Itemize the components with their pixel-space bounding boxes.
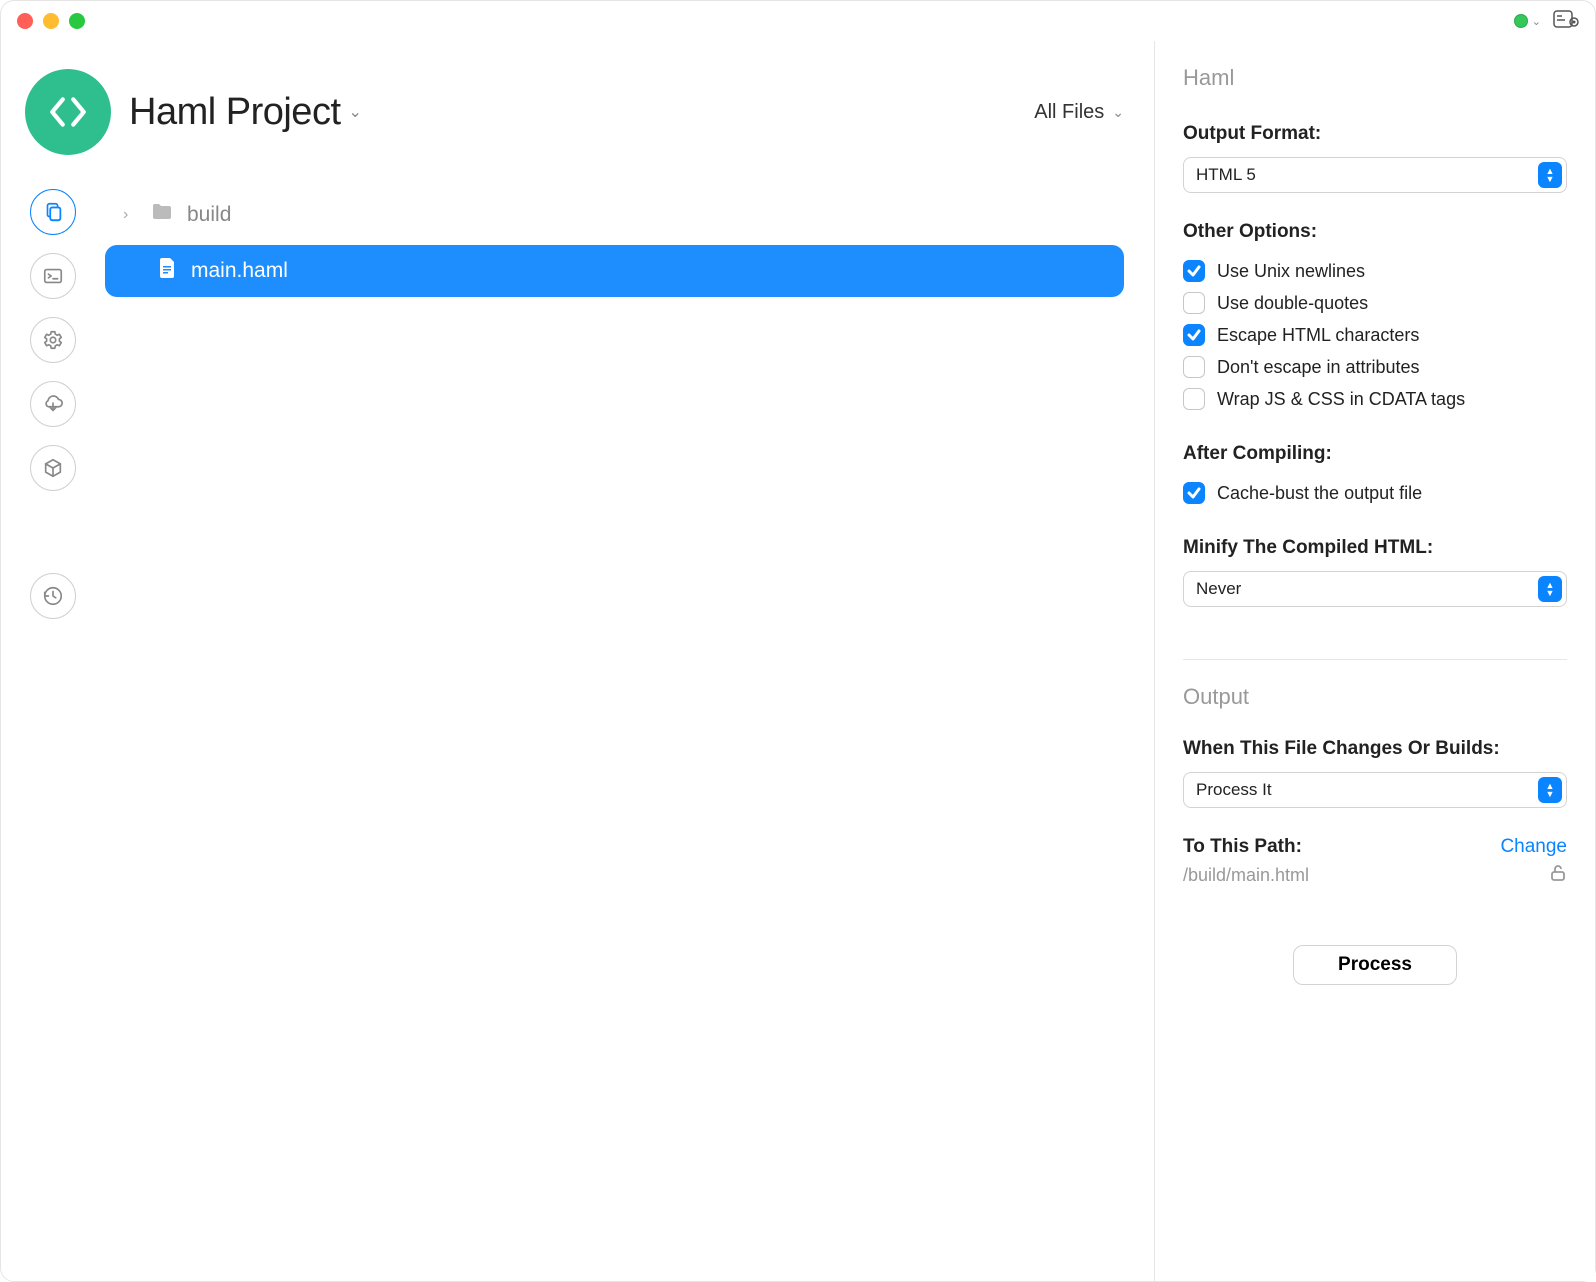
close-window-button[interactable] [17, 13, 33, 29]
minify-select[interactable]: Never ▲▼ [1183, 571, 1567, 607]
checkbox-label: Escape HTML characters [1217, 325, 1419, 346]
divider [1183, 659, 1567, 660]
zoom-window-button[interactable] [69, 13, 85, 29]
minimize-window-button[interactable] [43, 13, 59, 29]
checkbox-label: Use double-quotes [1217, 293, 1368, 314]
checkbox-cache-bust[interactable]: Cache-bust the output file [1183, 477, 1567, 509]
file-icon [159, 257, 177, 285]
change-path-link[interactable]: Change [1500, 836, 1567, 858]
output-format-value: HTML 5 [1196, 165, 1256, 185]
sidebar-icon-rail [1, 179, 105, 1281]
checkbox-label: Cache-bust the output file [1217, 483, 1422, 504]
project-title-dropdown[interactable]: Haml Project ⌄ [129, 91, 362, 134]
checkbox-label: Wrap JS & CSS in CDATA tags [1217, 389, 1465, 410]
when-changes-label: When This File Changes Or Builds: [1183, 738, 1567, 760]
folder-name: build [187, 203, 231, 227]
to-path-label: To This Path: [1183, 836, 1302, 858]
disclosure-icon: › [123, 206, 137, 224]
status-dot-icon [1514, 14, 1528, 28]
when-changes-value: Process It [1196, 780, 1272, 800]
checkbox-icon [1183, 292, 1205, 314]
output-heading: Output [1183, 684, 1567, 710]
sidebar-package-button[interactable] [30, 445, 76, 491]
checkbox-unix-newlines[interactable]: Use Unix newlines [1183, 255, 1567, 287]
checkbox-escape-html[interactable]: Escape HTML characters [1183, 319, 1567, 351]
output-format-label: Output Format: [1183, 123, 1567, 145]
checkbox-double-quotes[interactable]: Use double-quotes [1183, 287, 1567, 319]
sidebar-cloud-button[interactable] [30, 381, 76, 427]
file-list: › build main.haml [105, 179, 1154, 1281]
select-stepper-icon: ▲▼ [1538, 576, 1562, 602]
chevron-down-icon: ⌄ [1112, 104, 1124, 121]
checkbox-label: Don't escape in attributes [1217, 357, 1420, 378]
when-changes-select[interactable]: Process It ▲▼ [1183, 772, 1567, 808]
chevron-down-icon: ⌄ [349, 102, 362, 122]
output-format-select[interactable]: HTML 5 ▲▼ [1183, 157, 1567, 193]
project-logo-icon [25, 69, 111, 155]
checkbox-icon [1183, 356, 1205, 378]
process-button[interactable]: Process [1293, 945, 1457, 985]
sidebar-history-button[interactable] [30, 573, 76, 619]
server-status-dropdown[interactable]: ⌄ [1514, 14, 1541, 28]
folder-icon [151, 203, 173, 227]
panel-heading: Haml [1183, 65, 1567, 91]
checkbox-icon [1183, 260, 1205, 282]
sidebar-settings-button[interactable] [30, 317, 76, 363]
chevron-down-icon: ⌄ [1532, 15, 1541, 28]
other-options-label: Other Options: [1183, 221, 1567, 243]
sidebar-files-button[interactable] [30, 189, 76, 235]
file-name: main.haml [191, 259, 288, 283]
checkbox-icon [1183, 388, 1205, 410]
checkbox-no-escape-attrs[interactable]: Don't escape in attributes [1183, 351, 1567, 383]
traffic-lights [17, 13, 85, 29]
sidebar-terminal-button[interactable] [30, 253, 76, 299]
project-header: Haml Project ⌄ All Files ⌄ [1, 41, 1154, 179]
project-title: Haml Project [129, 91, 341, 134]
select-stepper-icon: ▲▼ [1538, 162, 1562, 188]
inspector-panel: Haml Output Format: HTML 5 ▲▼ Other Opti… [1155, 41, 1595, 1281]
folder-row-build[interactable]: › build [105, 189, 1124, 241]
all-files-label: All Files [1034, 101, 1104, 124]
checkbox-wrap-cdata[interactable]: Wrap JS & CSS in CDATA tags [1183, 383, 1567, 415]
unlock-icon[interactable] [1549, 864, 1567, 887]
output-path: /build/main.html [1183, 865, 1309, 886]
checkbox-icon [1183, 324, 1205, 346]
after-compiling-label: After Compiling: [1183, 443, 1567, 465]
all-files-filter[interactable]: All Files ⌄ [1034, 101, 1124, 124]
file-row-main-haml[interactable]: main.haml [105, 245, 1124, 297]
checkbox-label: Use Unix newlines [1217, 261, 1365, 282]
minify-label: Minify The Compiled HTML: [1183, 537, 1567, 559]
minify-value: Never [1196, 579, 1241, 599]
window-titlebar: ⌄ [1, 1, 1595, 41]
select-stepper-icon: ▲▼ [1538, 777, 1562, 803]
preview-icon[interactable] [1553, 10, 1579, 33]
checkbox-icon [1183, 482, 1205, 504]
